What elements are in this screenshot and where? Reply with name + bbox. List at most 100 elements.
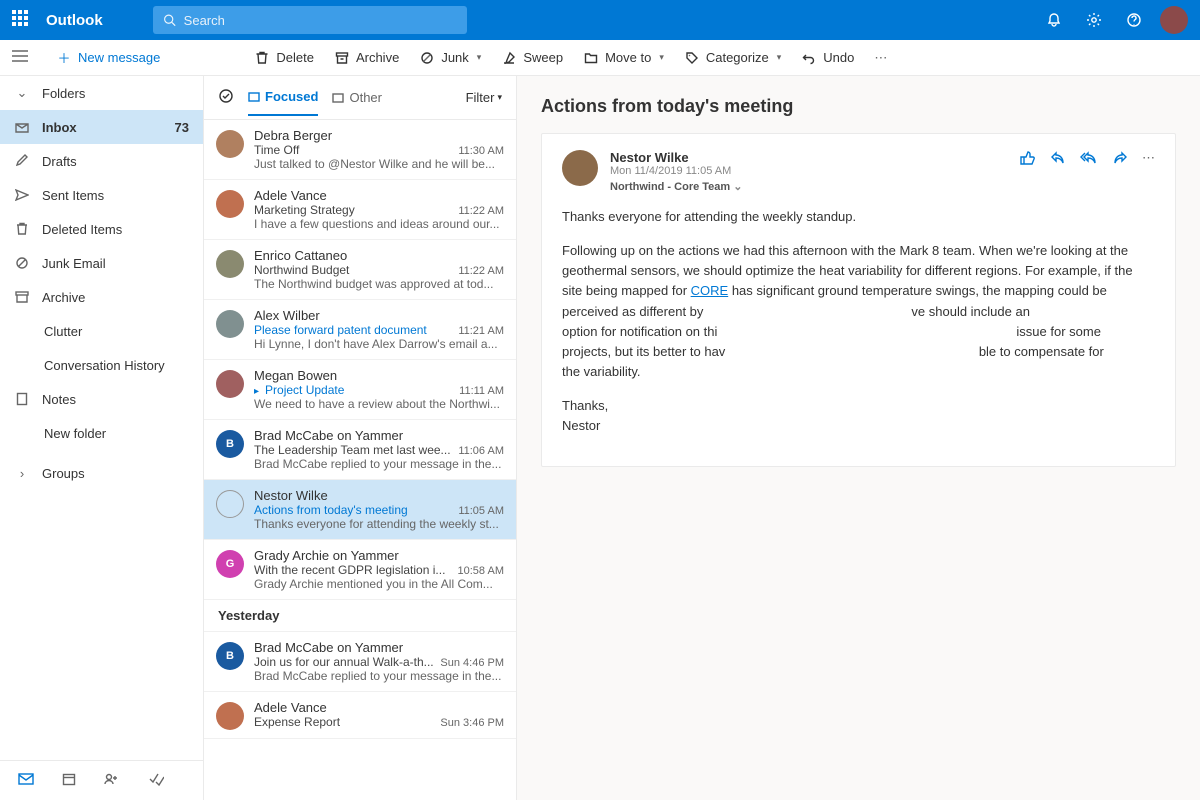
sender-avatar: B bbox=[216, 642, 244, 670]
date-group: Yesterday bbox=[204, 600, 516, 632]
more-icon[interactable]: ⋯ bbox=[866, 46, 895, 70]
folder-label: Clutter bbox=[44, 324, 82, 339]
reply-all-icon[interactable] bbox=[1080, 150, 1098, 193]
body-main: Following up on the actions we had this … bbox=[562, 241, 1155, 382]
folder-icon bbox=[14, 291, 30, 303]
folder-icon bbox=[14, 189, 30, 201]
sender-avatar bbox=[562, 150, 598, 186]
message-item[interactable]: Debra BergerTime Off 11:30 AMJust talked … bbox=[204, 120, 516, 180]
core-link[interactable]: CORE bbox=[691, 283, 729, 298]
message-item[interactable]: Enrico CattaneoNorthwind Budget11:22 AMT… bbox=[204, 240, 516, 300]
message-item[interactable]: Megan Bowen▸Project Update11:11 AMWe nee… bbox=[204, 360, 516, 420]
like-icon[interactable] bbox=[1020, 150, 1036, 193]
folder-label: Sent Items bbox=[42, 188, 104, 203]
msg-subject: Actions from today's meeting bbox=[254, 503, 452, 517]
sidebar-item-new-folder[interactable]: New folder bbox=[0, 416, 203, 450]
body-intro: Thanks everyone for attending the weekly… bbox=[562, 207, 1155, 227]
undo-button[interactable]: Undo bbox=[793, 46, 862, 70]
sender-name: Nestor Wilke bbox=[610, 150, 1008, 165]
junk-button[interactable]: Junk▾ bbox=[411, 46, 489, 70]
calendar-icon[interactable] bbox=[62, 772, 76, 789]
delete-button[interactable]: Delete bbox=[246, 46, 322, 70]
sidebar-item-clutter[interactable]: Clutter bbox=[0, 314, 203, 348]
msg-time: 10:58 AM bbox=[458, 565, 504, 577]
msg-from: Enrico Cattaneo bbox=[254, 248, 504, 263]
sidebar-folders-header[interactable]: ⌄ Folders bbox=[0, 76, 203, 110]
search-input[interactable] bbox=[184, 13, 457, 28]
sidebar-item-drafts[interactable]: Drafts bbox=[0, 144, 203, 178]
settings-icon[interactable] bbox=[1074, 0, 1114, 40]
select-all-icon[interactable] bbox=[218, 88, 234, 107]
folder-label: Deleted Items bbox=[42, 222, 122, 237]
msg-subject: Marketing Strategy bbox=[254, 203, 452, 217]
unread-count: 73 bbox=[175, 120, 189, 135]
archive-button[interactable]: Archive bbox=[326, 46, 407, 70]
waffle-icon[interactable] bbox=[12, 10, 32, 30]
tab-focused[interactable]: Focused bbox=[248, 89, 318, 116]
reply-icon[interactable] bbox=[1050, 150, 1066, 193]
sweep-button[interactable]: Sweep bbox=[493, 46, 571, 70]
msg-time: 11:05 AM bbox=[458, 505, 504, 517]
sidebar-item-archive[interactable]: Archive bbox=[0, 280, 203, 314]
msg-time: 11:11 AM bbox=[459, 385, 504, 397]
sidebar-item-deleted-items[interactable]: Deleted Items bbox=[0, 212, 203, 246]
notifications-icon[interactable] bbox=[1034, 0, 1074, 40]
msg-preview: Just talked to @Nestor Wilke and he will… bbox=[254, 157, 504, 171]
select-circle-icon[interactable] bbox=[216, 490, 244, 518]
message-item[interactable]: GGrady Archie on YammerWith the recent G… bbox=[204, 540, 516, 600]
msg-preview: Thanks everyone for attending the weekly… bbox=[254, 517, 504, 531]
sidebar-item-junk-email[interactable]: Junk Email bbox=[0, 246, 203, 280]
todo-icon[interactable] bbox=[148, 772, 164, 789]
msg-preview: Brad McCabe replied to your message in t… bbox=[254, 669, 504, 683]
profile-avatar[interactable] bbox=[1160, 6, 1188, 34]
brand-label: Outlook bbox=[46, 12, 103, 29]
sender-avatar bbox=[216, 310, 244, 338]
sender-avatar bbox=[216, 190, 244, 218]
msg-preview: Hi Lynne, I don't have Alex Darrow's ema… bbox=[254, 337, 504, 351]
message-item[interactable]: Nestor WilkeActions from today's meeting… bbox=[204, 480, 516, 540]
msg-preview: Brad McCabe replied to your message in t… bbox=[254, 457, 504, 471]
categorize-button[interactable]: Categorize▾ bbox=[676, 46, 789, 70]
msg-subject: Northwind Budget bbox=[254, 263, 452, 277]
message-item[interactable]: Adele VanceExpense ReportSun 3:46 PM bbox=[204, 692, 516, 739]
msg-subject: With the recent GDPR legislation i... bbox=[254, 563, 452, 577]
search-box[interactable] bbox=[153, 6, 467, 34]
move-to-button[interactable]: Move to▾ bbox=[575, 46, 672, 70]
people-icon[interactable] bbox=[104, 772, 120, 789]
msg-preview: Grady Archie mentioned you in the All Co… bbox=[254, 577, 504, 591]
sidebar-item-notes[interactable]: Notes bbox=[0, 382, 203, 416]
forward-icon[interactable] bbox=[1112, 150, 1128, 193]
message-item[interactable]: BBrad McCabe on YammerThe Leadership Tea… bbox=[204, 420, 516, 480]
tab-other[interactable]: Other bbox=[332, 90, 382, 115]
sender-avatar: B bbox=[216, 430, 244, 458]
folder-label: Junk Email bbox=[42, 256, 106, 271]
message-item[interactable]: Alex WilberPlease forward patent documen… bbox=[204, 300, 516, 360]
msg-time: 11:06 AM bbox=[458, 445, 504, 457]
help-icon[interactable] bbox=[1114, 0, 1154, 40]
folder-label: Drafts bbox=[42, 154, 77, 169]
hamburger-icon[interactable] bbox=[12, 50, 36, 65]
msg-time: 11:30 AM bbox=[458, 145, 504, 157]
recipient-list[interactable]: Northwind - Core Team ⌄ bbox=[610, 180, 1008, 193]
msg-subject: Time Off bbox=[254, 143, 452, 157]
sidebar-item-conversation-history[interactable]: Conversation History bbox=[0, 348, 203, 382]
folder-label: Inbox bbox=[42, 120, 77, 135]
new-message-button[interactable]: ＋New message bbox=[48, 46, 168, 70]
folder-icon bbox=[14, 154, 30, 168]
sender-avatar bbox=[216, 702, 244, 730]
search-icon bbox=[163, 13, 176, 27]
message-item[interactable]: BBrad McCabe on YammerJoin us for our an… bbox=[204, 632, 516, 692]
message-item[interactable]: Adele VanceMarketing Strategy11:22 AMI h… bbox=[204, 180, 516, 240]
msg-preview: The Northwind budget was approved at tod… bbox=[254, 277, 504, 291]
filter-button[interactable]: Filter▾ bbox=[466, 90, 502, 105]
msg-time: 11:21 AM bbox=[458, 325, 504, 337]
more-actions-icon[interactable]: ⋯ bbox=[1142, 150, 1155, 193]
sidebar-item-inbox[interactable]: Inbox 73 bbox=[0, 110, 203, 144]
sidebar-item-sent-items[interactable]: Sent Items bbox=[0, 178, 203, 212]
folder-label: Archive bbox=[42, 290, 85, 305]
mail-icon[interactable] bbox=[18, 772, 34, 789]
folder-icon bbox=[14, 256, 30, 270]
msg-from: Grady Archie on Yammer bbox=[254, 548, 504, 563]
sidebar-groups-header[interactable]: › Groups bbox=[0, 456, 203, 490]
msg-from: Debra Berger bbox=[254, 128, 504, 143]
